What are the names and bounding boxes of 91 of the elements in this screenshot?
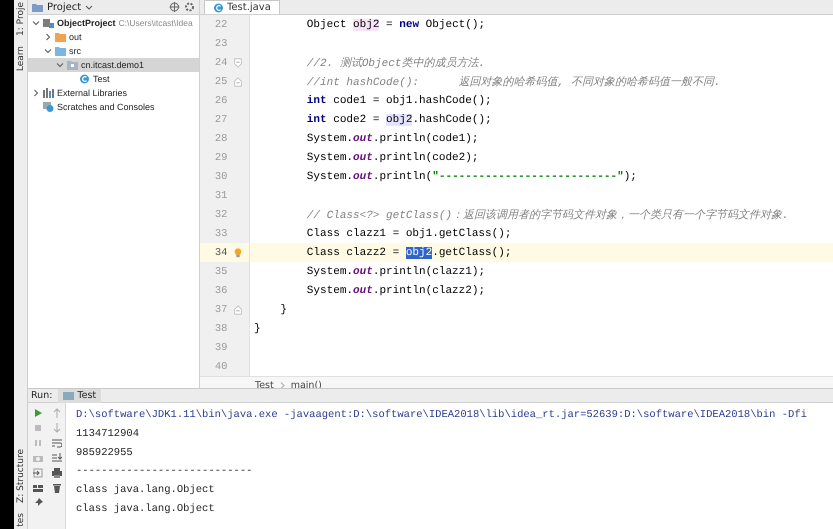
code-line: //int hashCode(): 返回对象的哈希码值, 不同对象的哈希码值一般不同. xyxy=(306,75,722,89)
line-number: 27 xyxy=(214,114,228,126)
code-line: //2. 测试Object类中的成员方法. xyxy=(306,56,486,70)
layout-icon[interactable] xyxy=(33,483,43,493)
project-path: C:\Users\itcast\Idea xyxy=(118,18,193,28)
folder-icon xyxy=(55,46,66,56)
console-output: ---------------------------- xyxy=(76,464,254,480)
exit-icon[interactable] xyxy=(33,468,43,478)
code-line: Class clazz2 = obj2.getClass(); xyxy=(306,246,512,258)
chevron-down-icon[interactable] xyxy=(32,19,40,27)
tree-item[interactable]: ObjectProject C:\Users\itcast\Idea xyxy=(28,16,199,30)
line-number: 32 xyxy=(214,208,228,220)
console-output: class java.lang.Object xyxy=(76,483,216,498)
tool-window-label[interactable]: Learn xyxy=(16,46,26,72)
code-line: int code2 = obj2.hashCode(); xyxy=(306,114,493,126)
line-number: 34 xyxy=(214,246,228,258)
code-line: // Class<?> getClass()：返回该调用者的字节码文件对象，一个类只有一个字节码文件对象. xyxy=(306,208,790,222)
code-line: System.out.println("---------------------------"); xyxy=(306,170,638,182)
wrap-icon[interactable] xyxy=(52,438,62,448)
tree-item[interactable]: cn.itcast.demo1 xyxy=(28,58,199,72)
pin-icon[interactable] xyxy=(33,498,43,508)
line-number: 29 xyxy=(214,152,228,164)
console-command: D:\software\JDK1.11\bin\java.exe -javaagent:D:\software\IDEA2018\lib\idea_rt.jar=52639:D:\software\IDEA2018\bin -Dfi xyxy=(76,408,808,423)
line-number: 22 xyxy=(214,18,228,30)
tree-item[interactable]: out xyxy=(28,30,199,44)
tree-item[interactable]: Test xyxy=(28,72,199,86)
code-line: System.out.println(code2); xyxy=(306,152,480,164)
lightbulb-icon[interactable] xyxy=(233,248,244,258)
line-number: 40 xyxy=(214,360,228,372)
code-line: Class clazz1 = obj1.getClass(); xyxy=(306,228,512,240)
line-number: 36 xyxy=(214,284,228,296)
folder-icon xyxy=(32,2,43,12)
print-icon[interactable] xyxy=(52,468,62,478)
code-line: } xyxy=(279,304,288,316)
module-icon xyxy=(43,18,54,28)
settings-icon[interactable] xyxy=(184,2,195,12)
folder-icon xyxy=(55,32,66,42)
breadcrumb-item[interactable]: main() xyxy=(290,380,322,390)
line-number: 25 xyxy=(214,76,228,88)
line-number: 30 xyxy=(214,170,228,182)
class-icon xyxy=(79,74,90,84)
console-icon xyxy=(63,390,74,400)
code-line: System.out.println(code1); xyxy=(306,132,480,144)
class-icon xyxy=(213,2,224,12)
tree-label: ObjectProject xyxy=(57,18,116,28)
line-number: 39 xyxy=(214,342,228,354)
tree-label: Scratches and Consoles xyxy=(57,102,155,112)
panel-label: Run: xyxy=(31,390,52,401)
line-number: 31 xyxy=(214,190,228,202)
chevron-right-icon xyxy=(280,382,285,388)
code-line: System.out.println(clazz1); xyxy=(306,266,486,278)
line-number: 28 xyxy=(214,132,228,144)
chevron-right-icon[interactable] xyxy=(44,33,52,41)
line-number: 35 xyxy=(214,266,228,278)
package-icon xyxy=(67,60,78,70)
target-icon[interactable] xyxy=(169,2,180,12)
tree-label: cn.itcast.demo1 xyxy=(81,60,144,70)
tool-window-label[interactable]: 1: Proje xyxy=(16,2,26,36)
code-line: } xyxy=(253,322,262,334)
editor-tab[interactable]: Test.java xyxy=(204,0,280,14)
scratch-icon xyxy=(43,102,54,112)
line-number: 24 xyxy=(214,56,228,68)
console-output: class java.lang.Object xyxy=(76,502,216,517)
bar-chart-icon xyxy=(43,88,54,98)
console-output: 1134712904 xyxy=(76,426,140,442)
code-line: Object obj2 = new Object(); xyxy=(306,18,486,30)
breadcrumb-item[interactable]: Test xyxy=(255,380,274,390)
tool-window-label[interactable]: tes xyxy=(16,513,26,527)
scroll-end-icon[interactable] xyxy=(52,453,62,463)
line-number: 26 xyxy=(214,94,228,106)
tool-window-label[interactable]: Z: Structure xyxy=(16,449,26,504)
trash-icon[interactable] xyxy=(52,483,62,493)
play-icon[interactable] xyxy=(33,408,43,418)
line-number: 37 xyxy=(214,304,228,316)
tree-label: src xyxy=(69,46,81,56)
line-number: 38 xyxy=(214,322,228,334)
tree-item[interactable]: src xyxy=(28,44,199,58)
tree-label: External Libraries xyxy=(57,88,128,98)
line-number: 23 xyxy=(214,38,228,50)
panel-title[interactable]: Project xyxy=(47,2,82,12)
tree-item[interactable]: External Libraries xyxy=(28,86,199,100)
tree-label: Test xyxy=(93,74,110,84)
run-tab[interactable]: Test xyxy=(58,388,102,402)
tree-label: out xyxy=(69,32,82,42)
code-line: System.out.println(clazz2); xyxy=(306,284,486,296)
code-line: int code1 = obj1.hashCode(); xyxy=(306,94,493,106)
chevron-right-icon[interactable] xyxy=(32,89,40,97)
tree-item[interactable]: Scratches and Consoles xyxy=(28,100,199,114)
caret-icon[interactable] xyxy=(85,3,94,11)
console-output: 985922955 xyxy=(76,446,134,461)
line-number: 33 xyxy=(214,228,228,240)
